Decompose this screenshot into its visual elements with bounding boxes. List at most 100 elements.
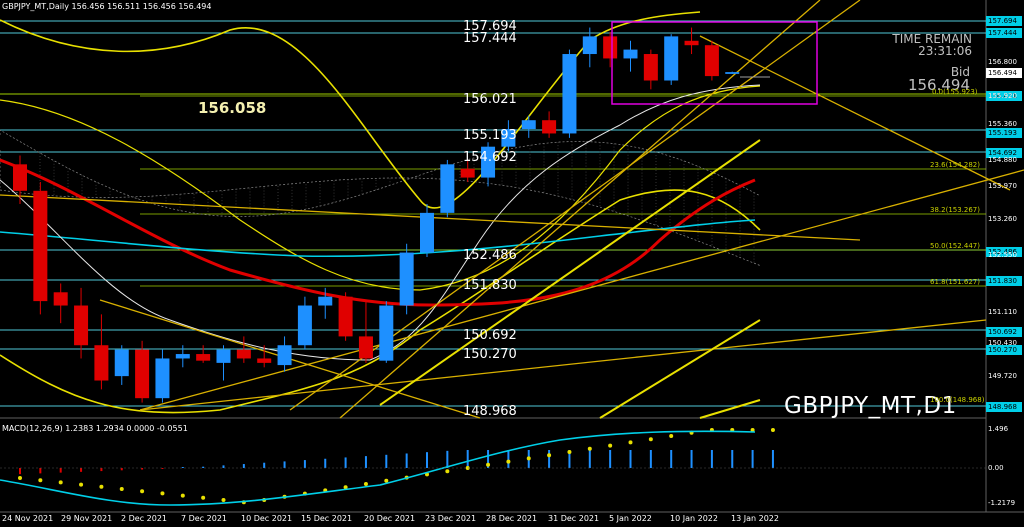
macd-signal-dot [648, 437, 653, 442]
macd-histogram-bar [731, 450, 734, 468]
fibo-level-label: 50.0(152.447) [930, 242, 980, 250]
macd-histogram-bar [263, 462, 266, 468]
macd-signal-dot [669, 434, 674, 438]
macd-signal-dot [526, 456, 531, 461]
candle-body [562, 54, 577, 134]
macd-signal-dot [770, 428, 775, 432]
candle-body [684, 40, 699, 46]
level-label: 150.692 [463, 328, 517, 343]
macd-signal-dot [567, 450, 572, 454]
macd-histogram-bar [242, 464, 245, 468]
macd-signal-dot [363, 482, 368, 486]
candle-body [399, 252, 414, 306]
macd-signal-dot [18, 476, 22, 480]
macd-signal-dot [608, 443, 613, 448]
date-label: 24 Nov 2021 [2, 514, 54, 523]
date-label: 10 Jan 2022 [670, 514, 718, 523]
macd-axis-label: 0.00 [988, 464, 1004, 472]
moving-average-cyan [0, 219, 756, 258]
macd-histogram-bar [364, 456, 367, 468]
candle-body [135, 349, 150, 399]
level-label: 154.692 [463, 150, 517, 165]
date-label: 31 Dec 2021 [548, 514, 600, 523]
date-label: 20 Dec 2021 [364, 514, 416, 523]
candle-body [196, 354, 211, 361]
macd-axis-label: 1.496 [988, 425, 1009, 433]
price-tag: 151.830 [986, 276, 1022, 286]
candle-body [379, 305, 394, 361]
fibo-level-label: 0.0(155.923) [932, 88, 978, 96]
candle-body [74, 305, 89, 346]
fibo-level-label: 61.8(151.627) [930, 278, 980, 286]
axis-price-label: 155.360 [988, 120, 1017, 128]
macd-histogram-bar [670, 450, 673, 468]
price-tag: 155.193 [986, 128, 1022, 138]
macd-histogram-bar [19, 468, 21, 475]
axis-price-label: 153.260 [988, 215, 1017, 223]
channel-line [699, 399, 761, 419]
macd-histogram-bar [324, 458, 327, 468]
macd-signal-dot [58, 480, 63, 485]
macd-signal-dot [547, 453, 552, 458]
price-chart[interactable] [0, 0, 1024, 527]
candle-body [664, 36, 679, 81]
level-label: 150.270 [463, 347, 517, 362]
macd-header: MACD(12,26,9) 1.2383 1.2934 0.0000 -0.05… [2, 424, 188, 433]
macd-histogram-bar [588, 450, 591, 468]
macd-histogram-bar [120, 468, 123, 471]
level-label: 156.021 [463, 92, 517, 107]
candle-body [521, 120, 536, 130]
macd-signal-dot [445, 469, 450, 474]
chart-header: GBPJPY_MT,Daily 156.456 156.511 156.456 … [2, 2, 212, 11]
trendline [139, 169, 1024, 411]
candle-body [542, 120, 557, 134]
macd-histogram-bar [344, 457, 347, 468]
candle-body [582, 36, 597, 55]
date-label: 23 Dec 2021 [425, 514, 477, 523]
time-remain-panel: TIME REMAIN 23:31:06 [892, 33, 972, 57]
macd-signal-dot [628, 440, 633, 445]
candle-body [623, 49, 638, 59]
candle-body [420, 212, 434, 253]
date-label: 10 Dec 2021 [241, 514, 293, 523]
axis-price-label: 155.920 [988, 92, 1017, 100]
macd-signal-dot [587, 446, 592, 451]
macd-histogram-bar [222, 465, 225, 468]
macd-axis-label: -1.2179 [988, 499, 1016, 507]
candle-body [725, 72, 740, 74]
macd-signal-dot [99, 484, 104, 489]
macd-signal-dot [384, 478, 389, 483]
macd-signal-dot [160, 491, 165, 496]
price-tag: 156.494 [986, 68, 1022, 78]
level-label: 157.444 [463, 31, 517, 46]
candle-body [94, 345, 109, 381]
macd-histogram-bar [466, 450, 469, 468]
candle-body [257, 358, 272, 363]
price-tag: 157.694 [986, 16, 1022, 26]
candle-body [216, 349, 231, 363]
macd-histogram-bar [710, 450, 713, 468]
macd-histogram-bar [548, 450, 551, 468]
bollinger-mid [0, 85, 761, 291]
candle-body [338, 296, 353, 337]
price-tag: 148.968 [986, 402, 1022, 412]
axis-price-label: 149.720 [988, 372, 1017, 380]
fibo-level-label: 38.2(153.267) [930, 206, 980, 214]
candle-body [460, 168, 475, 178]
chart-window: GBPJPY_MT,Daily 156.456 156.511 156.456 … [0, 0, 1024, 527]
candle-body [236, 349, 251, 359]
level-label: 155.193 [463, 128, 517, 143]
date-label: 2 Dec 2021 [121, 514, 168, 523]
macd-histogram-bar [649, 450, 652, 468]
macd-signal-dot [119, 487, 124, 491]
price-tag: 157.444 [986, 28, 1022, 38]
macd-signal-dot [201, 495, 206, 500]
axis-price-label: 154.880 [988, 156, 1017, 164]
candle-body [358, 336, 373, 359]
macd-histogram-bar [303, 460, 306, 468]
macd-signal-dot [79, 482, 84, 487]
channel-line [379, 139, 761, 406]
candle-body [318, 296, 333, 306]
candle-body [33, 190, 48, 302]
candle-body [297, 305, 312, 346]
